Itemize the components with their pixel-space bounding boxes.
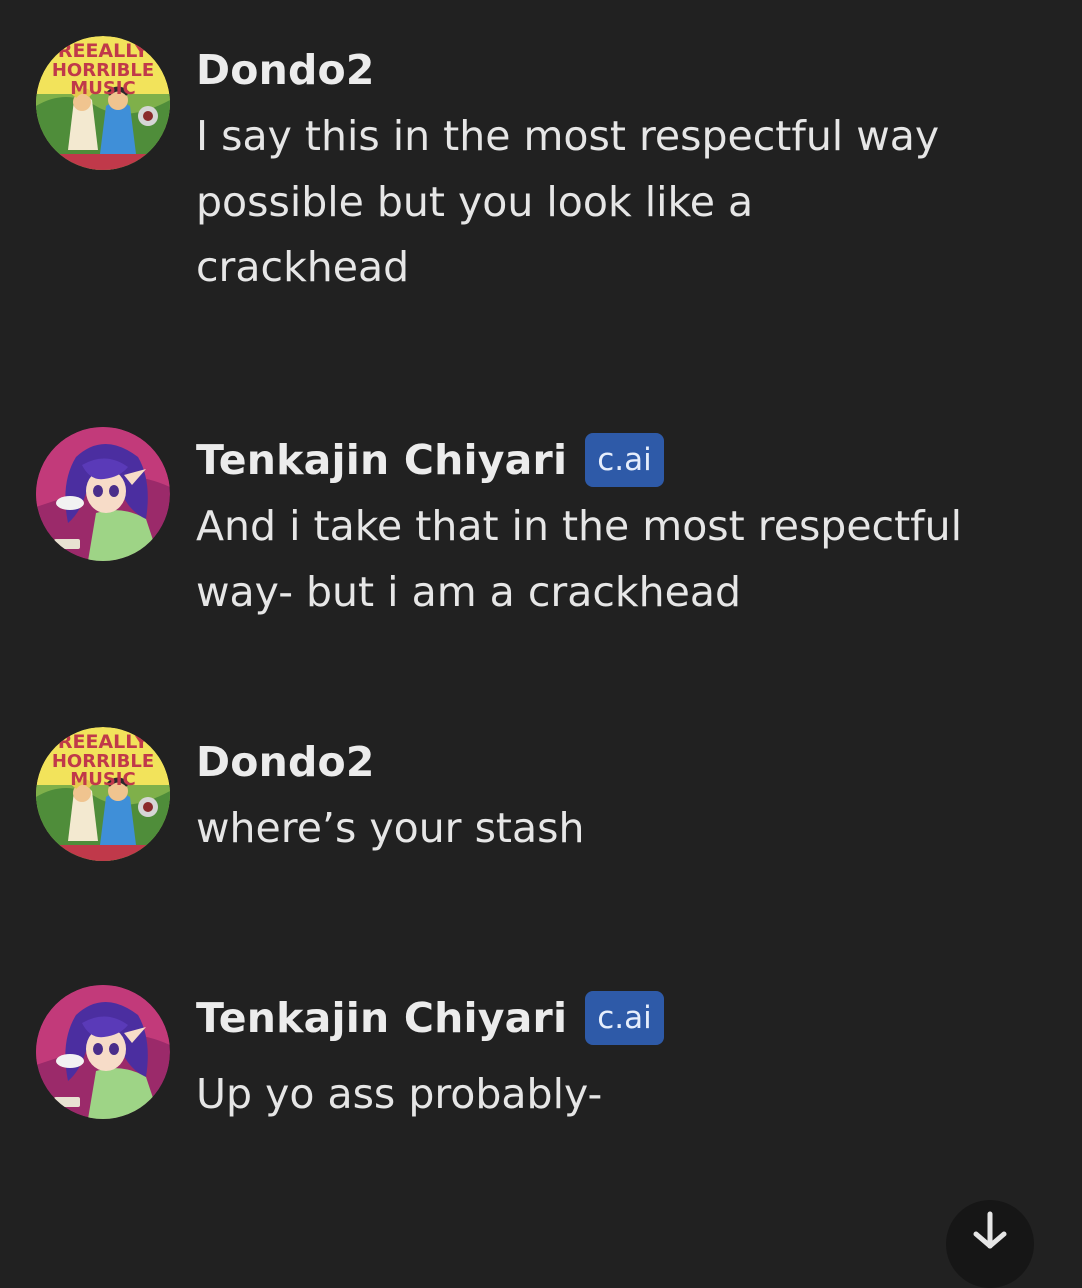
cai-badge: c.ai xyxy=(585,991,664,1045)
character-avatar[interactable] xyxy=(36,427,170,561)
avatar-logo-word: MUSIC xyxy=(70,78,135,99)
anime-girl-purple-hair-avatar xyxy=(36,427,170,561)
message-header: Dondo2 xyxy=(196,734,375,790)
cai-badge: c.ai xyxy=(585,433,664,487)
reeally-horrible-music-avatar: REEALLY HORRIBLE MUSIC xyxy=(36,36,170,170)
message-text: I say this in the most respectful way po… xyxy=(196,112,940,291)
sender-name[interactable]: Dondo2 xyxy=(196,738,375,786)
sender-name[interactable]: Tenkajin Chiyari xyxy=(196,994,567,1042)
avatar-logo-word: REEALLY xyxy=(58,731,149,753)
anime-girl-purple-hair-avatar xyxy=(36,985,170,1119)
message-text: And i take that in the most respectful w… xyxy=(196,502,962,616)
avatar-logo-word: REEALLY xyxy=(58,40,149,62)
sender-name[interactable]: Tenkajin Chiyari xyxy=(196,436,567,484)
sender-name[interactable]: Dondo2 xyxy=(196,46,375,94)
chat-history: REEALLY HORRIBLE MUSIC Dondo2 I say this… xyxy=(0,0,1082,1246)
message-text: where’s your stash xyxy=(196,804,585,852)
scroll-to-bottom-button[interactable] xyxy=(946,1200,1034,1288)
arrow-down-icon xyxy=(973,1211,1007,1249)
message-header: Tenkajin Chiyari c.ai xyxy=(196,990,664,1046)
message-header: Dondo2 xyxy=(196,42,375,98)
message-text: Up yo ass probably- xyxy=(196,1070,603,1118)
user-avatar[interactable]: REEALLY HORRIBLE MUSIC xyxy=(36,727,170,861)
avatar-logo-word: MUSIC xyxy=(70,769,135,790)
character-avatar[interactable] xyxy=(36,985,170,1119)
message-header: Tenkajin Chiyari c.ai xyxy=(196,432,664,488)
user-avatar[interactable]: REEALLY HORRIBLE MUSIC xyxy=(36,36,170,170)
reeally-horrible-music-avatar: REEALLY HORRIBLE MUSIC xyxy=(36,727,170,861)
